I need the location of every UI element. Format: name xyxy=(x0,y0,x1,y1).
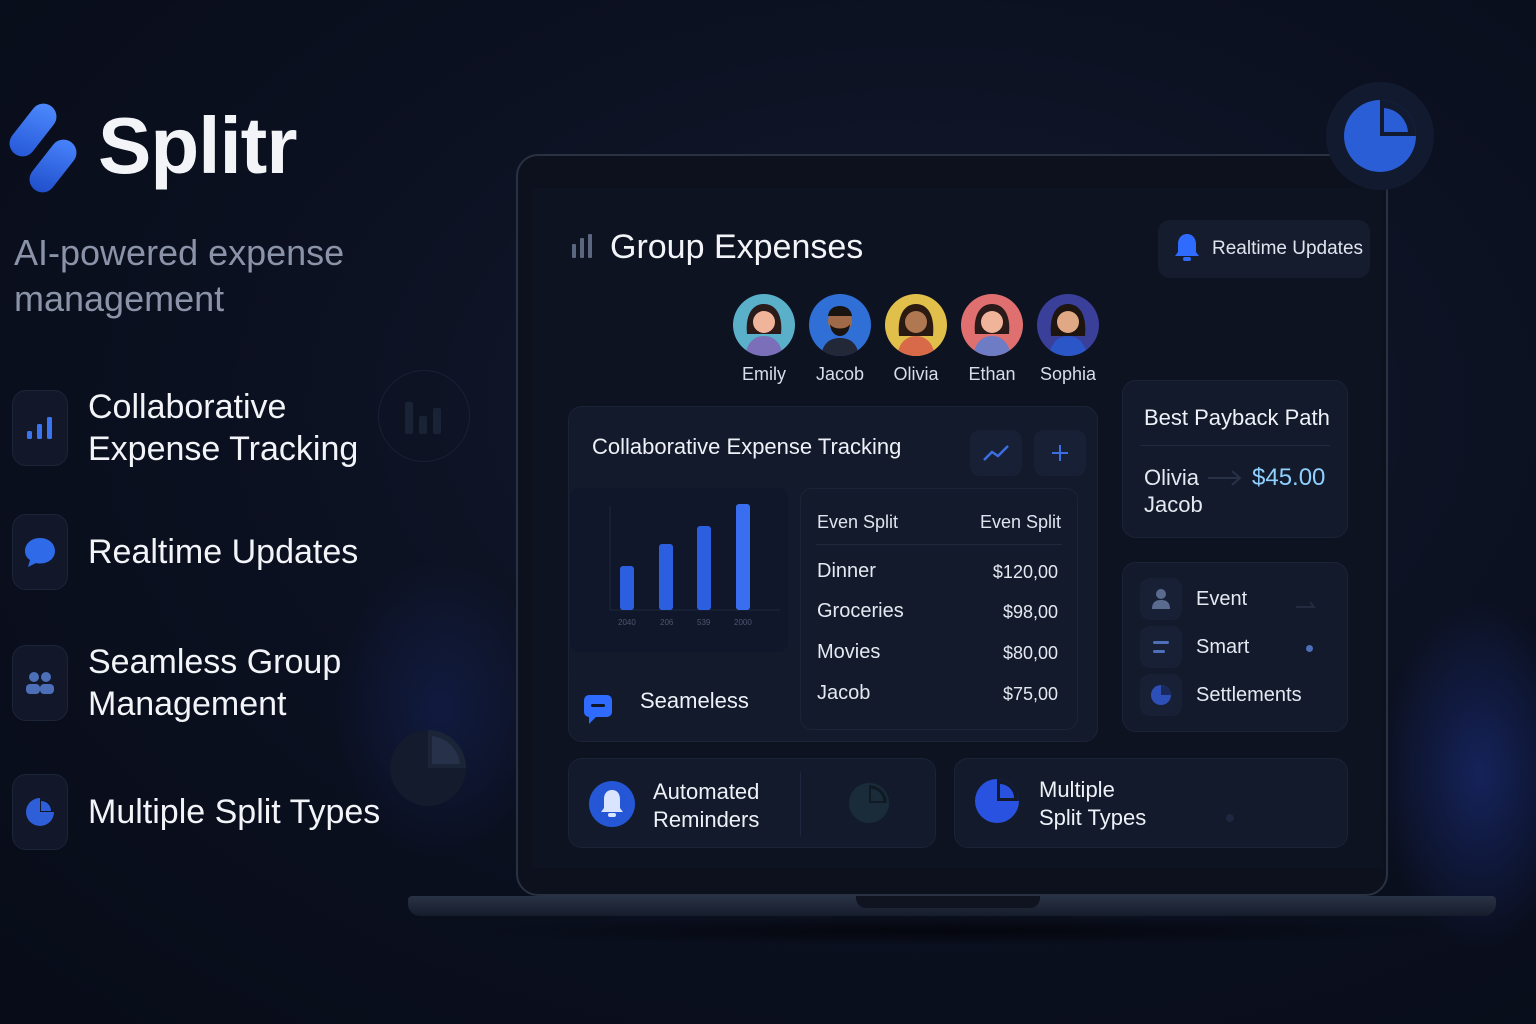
table-row-label: Dinner xyxy=(817,560,876,582)
member-name: Sophia xyxy=(1039,364,1097,384)
clock-pie-icon xyxy=(848,782,890,829)
chat-bubble-icon xyxy=(12,514,68,590)
payback-from: Olivia xyxy=(1144,465,1200,490)
chart-tick: 2040 xyxy=(618,618,636,627)
chart-tick: 539 xyxy=(697,618,711,627)
realtime-updates-label: Realtime Updates xyxy=(1212,238,1364,259)
table-row-label: Groceries xyxy=(817,600,904,622)
bar-chart-icon xyxy=(12,390,68,466)
plus-icon xyxy=(1052,445,1068,461)
payback-to: Jacob xyxy=(1144,492,1203,517)
add-expense-button[interactable] xyxy=(1034,430,1086,476)
pie-chart-icon xyxy=(974,778,1020,829)
member-name: Olivia xyxy=(893,364,939,384)
feature-label: Seamless Group Management xyxy=(88,643,342,723)
option-event[interactable]: Event xyxy=(1196,588,1247,611)
coin-icon xyxy=(1140,674,1182,716)
chart-tick: 206 xyxy=(660,618,674,627)
table-row-label: Jacob xyxy=(817,682,871,704)
chart-bar xyxy=(659,544,673,610)
expense-bar-chart: 2040 206 539 2000 xyxy=(570,488,788,652)
avatar xyxy=(961,294,1023,356)
table-row-amount: $80,00 xyxy=(1002,643,1058,663)
bell-icon xyxy=(588,778,636,835)
table-row-label: Movies xyxy=(817,641,881,663)
avatar xyxy=(733,294,795,356)
chart-bar xyxy=(697,526,711,610)
floating-pie-chart-icon xyxy=(1326,82,1434,190)
member-avatar[interactable]: Ethan xyxy=(954,294,1030,385)
member-name: Emily xyxy=(742,364,786,384)
chart-bar xyxy=(736,504,750,610)
feature-group-management: Seamless Group Management xyxy=(12,641,388,725)
member-name: Jacob xyxy=(815,364,865,384)
option-smart[interactable]: Smart xyxy=(1196,636,1249,659)
card-title: Collaborative Expense Tracking xyxy=(592,434,902,459)
payback-title: Best Payback Path xyxy=(1144,405,1330,430)
avatar xyxy=(885,294,947,356)
group-icon xyxy=(12,645,68,721)
trend-button[interactable] xyxy=(970,430,1022,476)
seamless-label: Seameless xyxy=(640,688,749,713)
table-header: Even Split xyxy=(817,512,899,532)
avatar xyxy=(809,294,871,356)
person-icon xyxy=(1140,578,1182,620)
reminders-label: Reminders xyxy=(653,807,760,832)
feature-label: Realtime Updates xyxy=(88,533,359,571)
table-row-amount: $75,00 xyxy=(1002,684,1058,704)
status-dot xyxy=(1306,645,1313,652)
member-list: Emily Jacob Olivia Ethan Sophia xyxy=(726,294,1106,385)
chart-tick: 2000 xyxy=(734,618,752,627)
member-name: Ethan xyxy=(968,364,1016,384)
table-row-amount: $98,00 xyxy=(1002,602,1058,622)
payback-amount: $45.00 xyxy=(1252,464,1326,491)
split-types-label: Multiple xyxy=(1039,777,1115,802)
feature-collaborative-tracking: Collaborative Expense Tracking xyxy=(12,386,388,470)
trend-line-icon xyxy=(983,445,1009,461)
arrow-icon xyxy=(1294,596,1318,614)
feature-realtime-updates: Realtime Updates xyxy=(12,514,388,590)
table-row-amount: $120,00 xyxy=(992,562,1058,582)
avatar xyxy=(1037,294,1099,356)
bell-icon xyxy=(1174,232,1200,267)
message-icon xyxy=(570,678,626,740)
arrow-right-icon xyxy=(1206,468,1246,493)
pie-chart-icon xyxy=(12,774,68,850)
feature-label: Collaborative Expense Tracking xyxy=(88,388,359,468)
decorative-pie-chart-icon xyxy=(388,724,468,813)
feature-label: Multiple Split Types xyxy=(88,793,381,831)
member-avatar[interactable]: Olivia xyxy=(878,294,954,385)
tagline: AI-powered expense management xyxy=(14,232,345,319)
table-header: Even Split xyxy=(980,512,1062,532)
sliders-icon xyxy=(1140,626,1182,668)
option-settlements[interactable]: Settlements xyxy=(1196,684,1302,707)
brand-logo: Splitr xyxy=(4,96,297,198)
splitr-logo-icon xyxy=(4,96,82,198)
member-avatar[interactable]: Emily xyxy=(726,294,802,385)
bar-chart-icon xyxy=(571,232,595,265)
brand-name: Splitr xyxy=(98,101,297,190)
page-title: Group Expenses xyxy=(610,228,864,266)
reminders-label: Automated xyxy=(653,779,760,804)
member-avatar[interactable]: Jacob xyxy=(802,294,878,385)
member-avatar[interactable]: Sophia xyxy=(1030,294,1106,385)
realtime-updates-button[interactable]: Realtime Updates xyxy=(1158,220,1370,278)
chart-bar xyxy=(620,566,634,610)
split-types-label: Split Types xyxy=(1039,805,1147,830)
feature-split-types: Multiple Split Types xyxy=(12,774,388,850)
decorative-bar-chart-icon xyxy=(378,370,470,462)
